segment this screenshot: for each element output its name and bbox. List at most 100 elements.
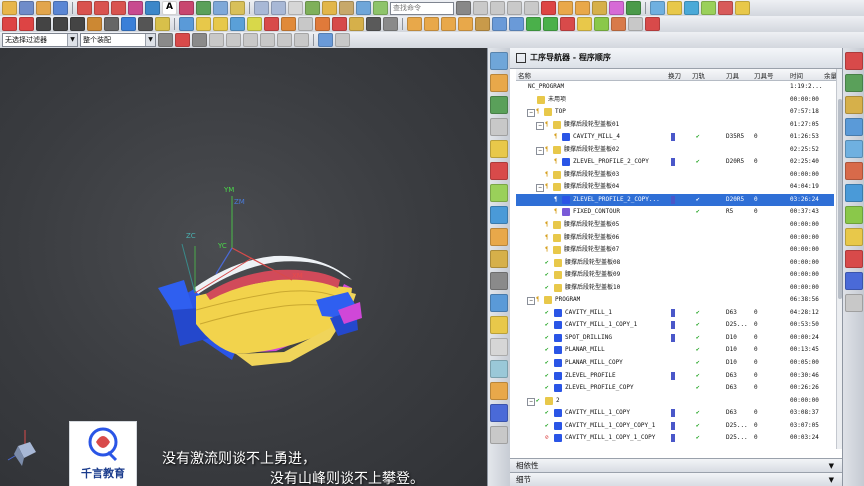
collapse-icon[interactable]: − (527, 109, 535, 118)
column-name[interactable]: 名称 (518, 70, 531, 80)
navigator-row[interactable]: ✔ 腰撑后段轮型盖板08 00:00:00 (516, 257, 834, 270)
column-tool-change[interactable]: 换刀 (668, 70, 681, 80)
spline-icon[interactable] (128, 1, 143, 15)
circle-icon[interactable] (111, 1, 126, 15)
column-tool-number[interactable]: 刀具号 (754, 70, 774, 80)
pin-icon[interactable] (516, 52, 526, 63)
chart-icon[interactable] (845, 272, 863, 290)
dependencies-panel[interactable]: 相依性 ▼ (510, 458, 842, 472)
snap-cross-icon[interactable] (277, 33, 292, 47)
history-icon[interactable] (490, 184, 508, 202)
command-search-input[interactable]: 查找命令 (390, 1, 454, 15)
navigator-row[interactable]: ✔ CAVITY_MILL_1_COPY_COPY_1 ✔ D25... 0 03:07:… (516, 420, 834, 433)
navigator-row[interactable]: NC_PROGRAM 1:19:2... (516, 81, 834, 94)
deselect-icon[interactable] (192, 33, 207, 47)
create-program-icon[interactable] (558, 1, 573, 15)
revolve-icon[interactable] (213, 1, 228, 15)
extrude-icon[interactable] (196, 1, 211, 15)
info-icon[interactable] (845, 184, 863, 202)
navigator-row[interactable]: ✔ ZLEVEL_PROFILE ✔ D63 0 00:30:46 (516, 370, 834, 383)
navigator-row[interactable]: ✔ 腰撑后段轮型盖板09 00:00:00 (516, 269, 834, 282)
snap-dotted-icon[interactable] (294, 33, 309, 47)
column-path[interactable]: 刀轨 (692, 70, 705, 80)
layer-icon[interactable] (322, 1, 337, 15)
navigator-row[interactable]: − ¶ TOP 07:57:18 (516, 106, 834, 119)
process-studio-icon[interactable] (490, 294, 508, 312)
gear-icon[interactable] (526, 17, 541, 31)
offset-icon[interactable] (524, 1, 539, 15)
template-icon[interactable] (490, 382, 508, 400)
column-time[interactable]: 时间 (790, 70, 803, 80)
view-options-icon[interactable] (335, 33, 350, 47)
snap-circle-icon[interactable] (226, 33, 241, 47)
create-tool-icon[interactable] (575, 1, 590, 15)
arc-icon[interactable] (94, 1, 109, 15)
rotate-view-icon[interactable] (230, 17, 245, 31)
navigator-row[interactable]: − ✔ 2 00:00:00 (516, 395, 834, 408)
column-tool[interactable]: 刀具 (726, 70, 739, 80)
navigator-row[interactable]: 未用项 00:00:00 (516, 94, 834, 107)
snap-line-icon[interactable] (36, 17, 51, 31)
hammer-icon[interactable] (339, 1, 354, 15)
snap-tangent-icon[interactable] (70, 17, 85, 31)
warning-icon[interactable] (845, 250, 863, 268)
wireframe-icon[interactable] (264, 17, 279, 31)
navigator-row[interactable]: ¶ 腰撑后段轮型盖板03 00:00:00 (516, 169, 834, 182)
cycle-icon[interactable] (845, 206, 863, 224)
generate-path-icon[interactable] (650, 1, 665, 15)
geometry-view-icon[interactable] (441, 17, 456, 31)
hide-icon[interactable] (315, 17, 330, 31)
new-file-icon[interactable] (19, 1, 34, 15)
verify-path-icon[interactable] (667, 1, 682, 15)
type-filter-dropdown[interactable]: 无选择过滤器 ▼ (2, 33, 78, 47)
postprocess-icon[interactable] (701, 1, 716, 15)
navigator-row[interactable]: ✔ CAVITY_MILL_1 ✔ D63 0 04:28:12 (516, 307, 834, 320)
collapse-icon[interactable]: − (536, 121, 544, 130)
more-tools-icon[interactable] (490, 426, 508, 444)
settings-icon[interactable] (845, 294, 863, 312)
constraint-navigator-icon[interactable] (490, 74, 508, 92)
window-icon[interactable] (356, 1, 371, 15)
curve-icon[interactable] (473, 1, 488, 15)
snap-arc-icon[interactable] (87, 17, 102, 31)
shop-docs-icon[interactable] (718, 1, 733, 15)
help-icon[interactable] (373, 1, 388, 15)
roles-icon[interactable] (490, 250, 508, 268)
simulate-icon[interactable] (684, 1, 699, 15)
text-cam-icon[interactable] (541, 1, 556, 15)
snap-face-icon[interactable] (155, 17, 170, 31)
navigator-row[interactable]: ¶ ZLEVEL_PROFILE_2_COPY ✔ D20R5 0 02:25:40 (516, 156, 834, 169)
navigator-row[interactable]: ¶ 腰撑后段轮型盖板07 00:00:00 (516, 244, 834, 257)
scope-dropdown[interactable]: 整个装配 ▼ (80, 33, 156, 47)
analysis-icon[interactable] (383, 17, 398, 31)
navigator-row[interactable]: ✔ PLANAR_MILL_COPY ✔ D10 0 00:05:00 (516, 357, 834, 370)
collapse-icon[interactable]: − (536, 184, 544, 193)
navigator-row[interactable]: ¶ FIXED_CONTOUR ✔ R5 0 00:37:43 (516, 206, 834, 219)
hole-icon[interactable] (230, 1, 245, 15)
create-geometry-icon[interactable] (592, 1, 607, 15)
replay-icon[interactable] (509, 17, 524, 31)
collapse-icon[interactable]: − (536, 146, 544, 155)
web-browser-icon[interactable] (490, 162, 508, 180)
hd3d-icon[interactable] (490, 140, 508, 158)
snap-intersection-icon[interactable] (138, 17, 153, 31)
snap-midpoint-icon[interactable] (19, 17, 34, 31)
details-panel[interactable]: 细节 ▼ (510, 472, 842, 486)
trim-icon[interactable] (507, 1, 522, 15)
info-icon[interactable] (366, 17, 381, 31)
collapse-icon[interactable]: − (527, 397, 535, 406)
eye-icon[interactable] (318, 33, 333, 47)
navigator-row[interactable]: ¶ ZLEVEL_PROFILE_2_COPY... ✔ D20R5 0 03:26:24 (516, 193, 834, 207)
edit-object-icon[interactable] (349, 17, 364, 31)
snap-center-icon[interactable] (104, 17, 119, 31)
navigator-row[interactable]: − ¶ 腰撑后段轮型盖板01 01:27:05 (516, 119, 834, 132)
save-icon[interactable] (53, 1, 68, 15)
machine-tool-icon[interactable] (490, 228, 508, 246)
navigator-row[interactable]: ✔ PLANAR_MILL ✔ D10 0 00:13:45 (516, 344, 834, 357)
shaded-icon[interactable] (247, 17, 262, 31)
check-icon[interactable] (594, 17, 609, 31)
redo-icon[interactable] (271, 1, 286, 15)
navigator-row[interactable]: ¶ 腰撑后段轮型盖板05 00:00:00 (516, 219, 834, 232)
snap-quadrant-icon[interactable] (121, 17, 136, 31)
lock-icon[interactable] (577, 17, 592, 31)
